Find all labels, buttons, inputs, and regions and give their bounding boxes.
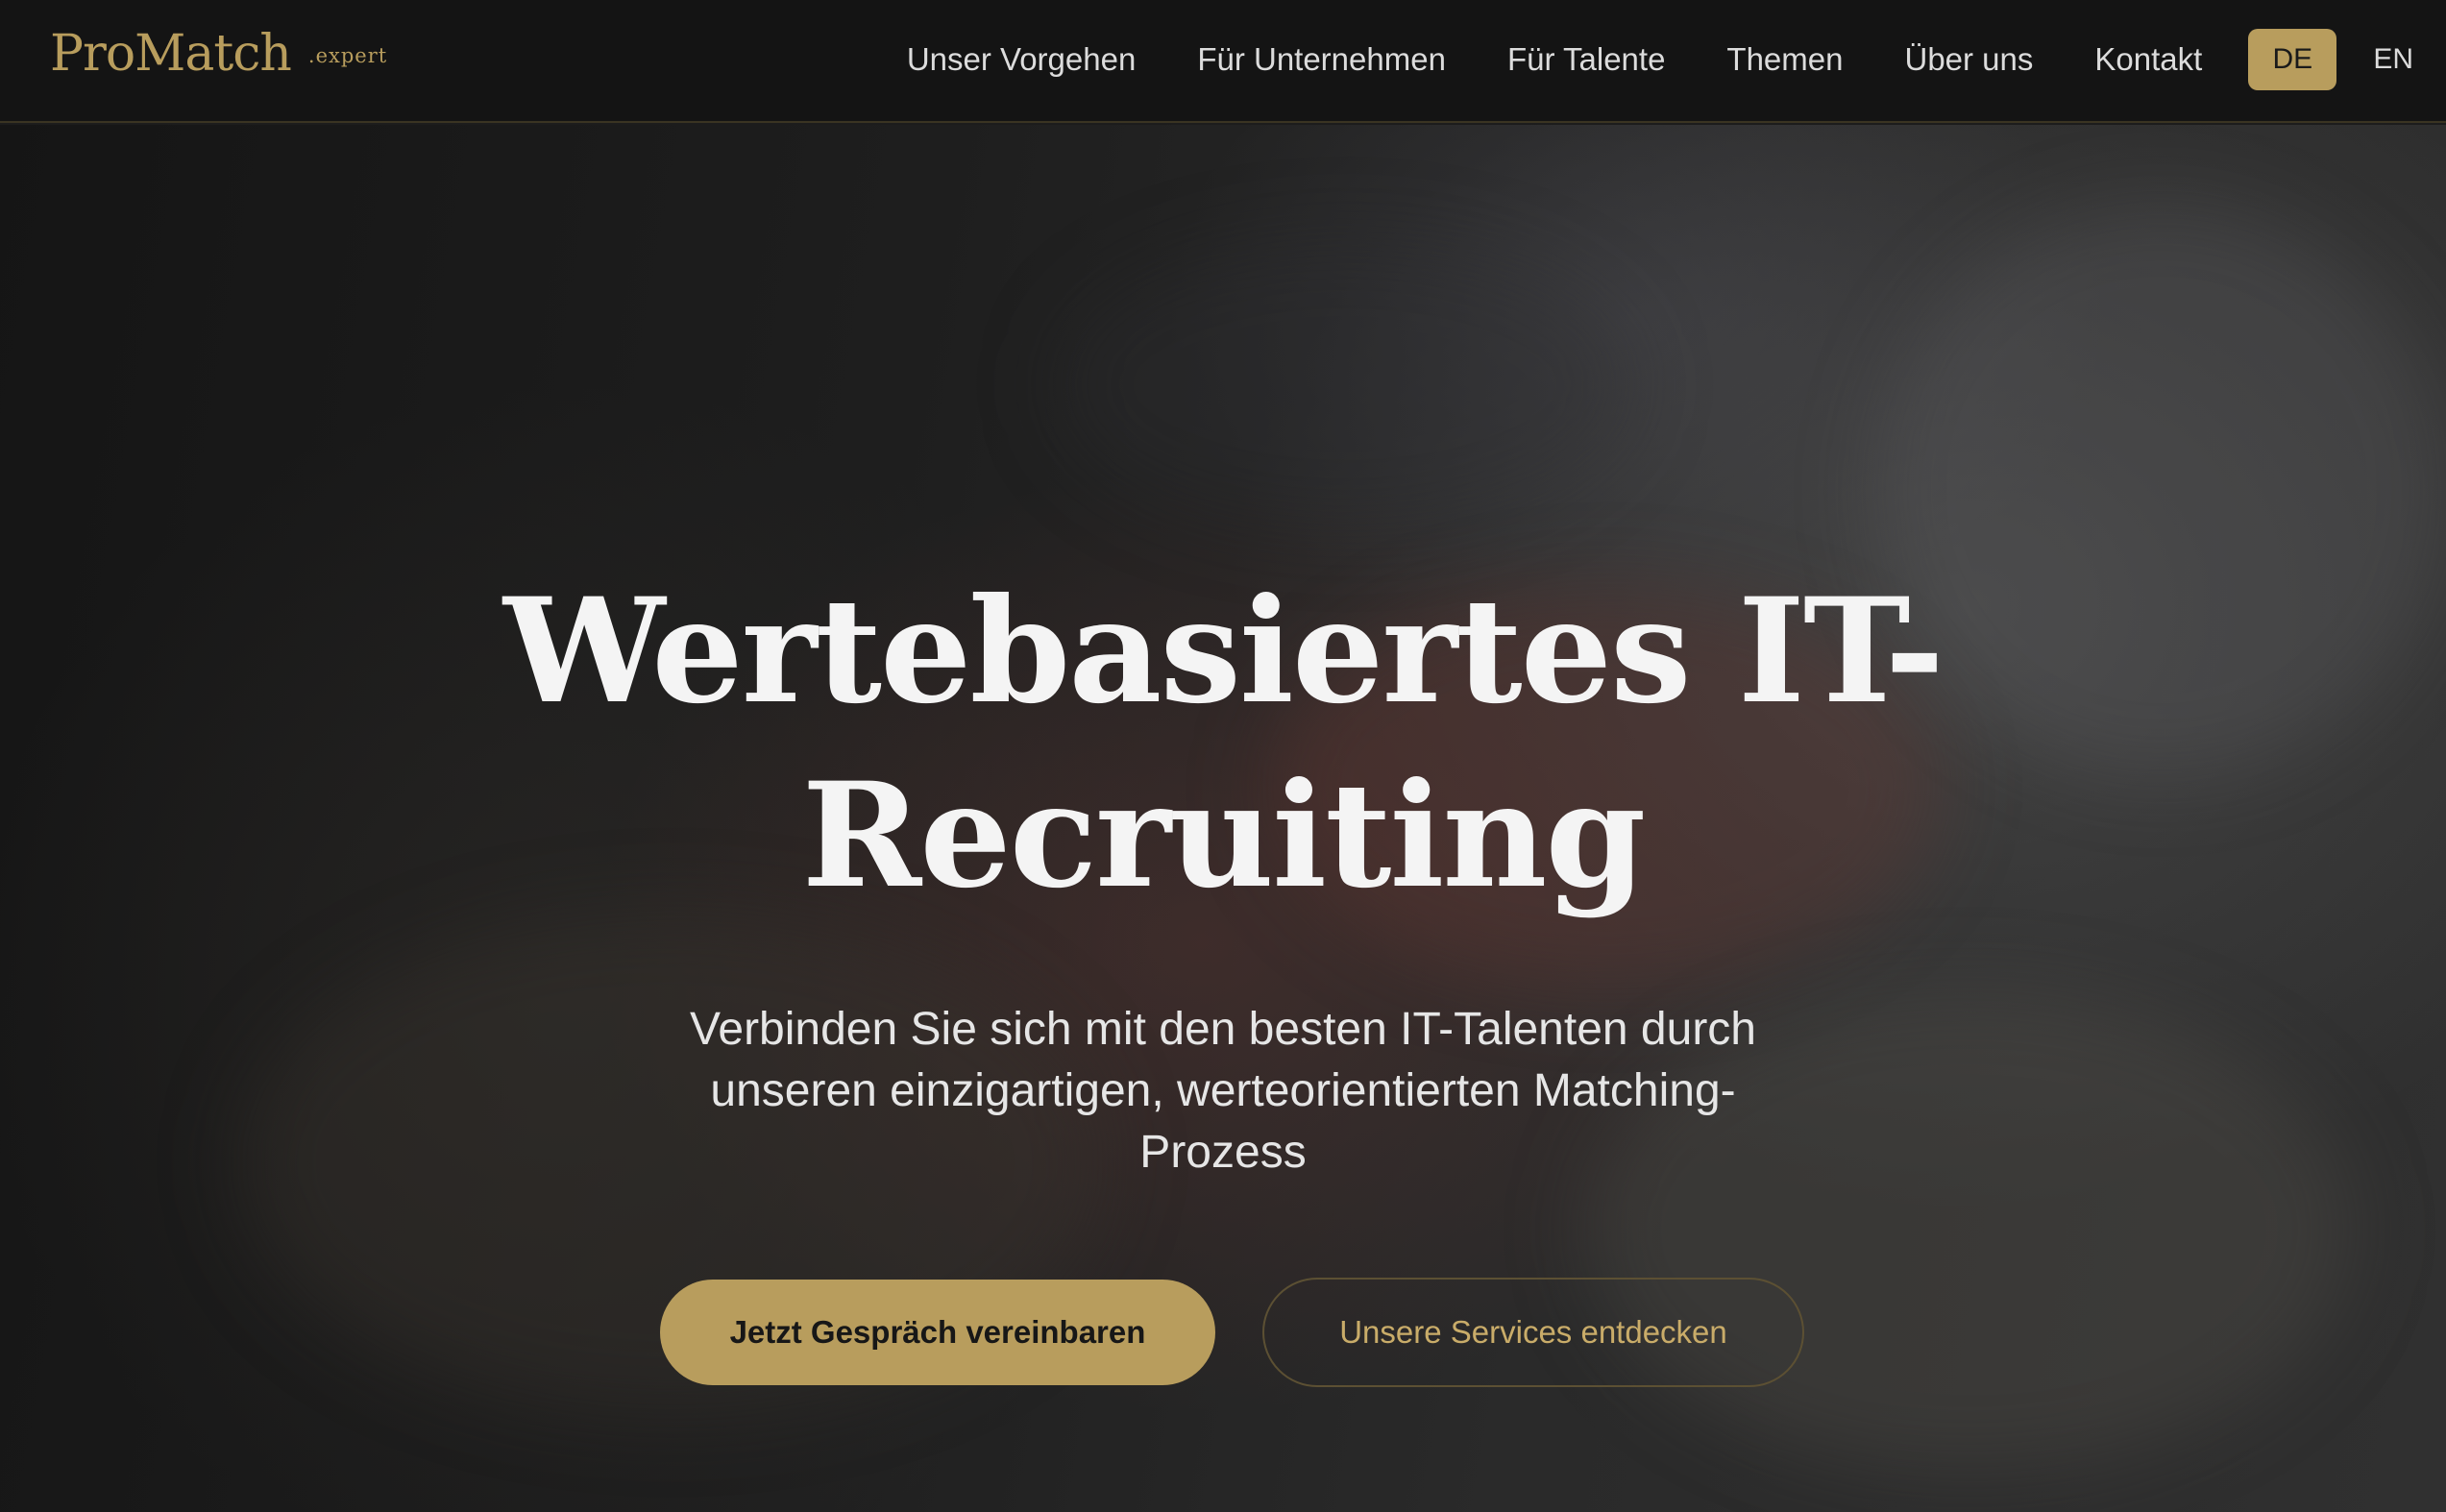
nav-item-kontakt[interactable]: Kontakt [2094, 41, 2202, 78]
nav-item-ueber-uns[interactable]: Über uns [1904, 41, 2033, 78]
hero-bg-blur-shape [1057, 240, 1633, 528]
language-en-button[interactable]: EN [2373, 43, 2413, 76]
hero-title: Wertebasiertes IT- Recruiting [262, 559, 2184, 928]
main-navigation: Unser Vorgehen Für Unternehmen Für Talen… [907, 0, 2446, 119]
hero-title-line-1: Wertebasiertes IT- [503, 567, 1945, 736]
hero-subtitle-line-3: Prozess [1139, 1127, 1307, 1178]
logo-suffix: .expert [307, 44, 388, 67]
nav-item-unser-vorgehen[interactable]: Unser Vorgehen [907, 41, 1137, 78]
site-header: ProMatch .expert Unser Vorgehen Für Unte… [0, 0, 2446, 123]
logo-wordmark: ProMatch [50, 25, 292, 83]
schedule-call-button[interactable]: Jetzt Gespräch vereinbaren [660, 1280, 1215, 1385]
hero-subtitle-line-2: unseren einzigartigen, werteorientierten… [710, 1065, 1736, 1116]
logo[interactable]: ProMatch .expert [50, 25, 387, 92]
hero-subtitle: Verbinden Sie sich mit den besten IT-Tal… [589, 999, 1857, 1183]
nav-item-fuer-talente[interactable]: Für Talente [1507, 41, 1665, 78]
nav-item-themen[interactable]: Themen [1726, 41, 1843, 78]
language-de-button[interactable]: DE [2248, 29, 2337, 90]
hero-subtitle-line-1: Verbinden Sie sich mit den besten IT-Tal… [690, 1004, 1756, 1055]
hero-title-line-2: Recruiting [801, 751, 1647, 920]
discover-services-button[interactable]: Unsere Services entdecken [1262, 1278, 1804, 1387]
page: ProMatch .expert Unser Vorgehen Für Unte… [0, 0, 2446, 1512]
nav-item-fuer-unternehmen[interactable]: Für Unternehmen [1197, 41, 1446, 78]
